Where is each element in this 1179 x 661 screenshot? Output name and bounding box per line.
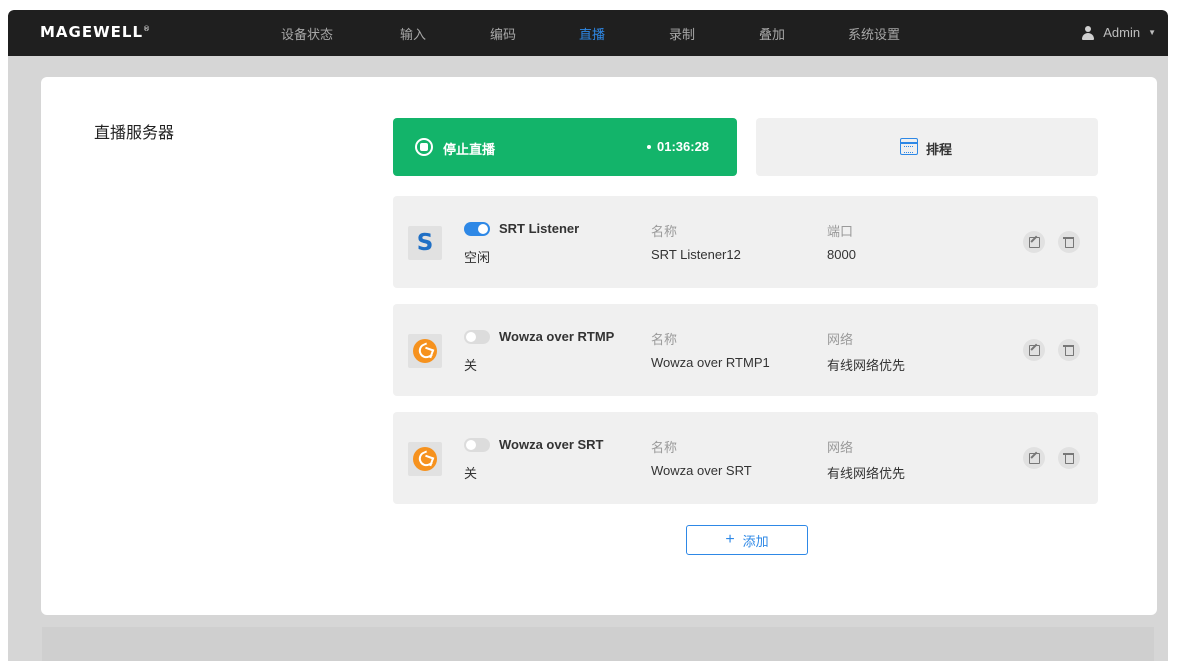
edit-icon[interactable] bbox=[1023, 447, 1045, 469]
port-value: 8000 bbox=[827, 247, 856, 262]
srt-logo-icon: S bbox=[408, 226, 442, 260]
server-enable-toggle[interactable] bbox=[464, 330, 490, 344]
server-type: Wowza over RTMP bbox=[499, 329, 615, 344]
name-label: 名称 bbox=[651, 440, 678, 455]
network-value: 有线网络优先 bbox=[827, 358, 906, 373]
nav-system-settings[interactable]: 系统设置 bbox=[848, 24, 900, 43]
chevron-down-icon: ▼ bbox=[1148, 28, 1156, 37]
user-icon bbox=[1081, 25, 1095, 40]
streaming-timer: 01:36:28 bbox=[647, 139, 709, 154]
user-name: Admin bbox=[1103, 25, 1141, 40]
plus-icon: + bbox=[725, 531, 735, 548]
trash-icon[interactable] bbox=[1058, 447, 1080, 469]
nav-encoding[interactable]: 编码 bbox=[490, 24, 516, 43]
network-value: 有线网络优先 bbox=[827, 466, 906, 481]
server-row: S SRT Listener 空闲 名称 SRT Listener12 端口 8… bbox=[393, 196, 1098, 288]
stop-streaming-label: 停止直播 bbox=[443, 142, 496, 157]
nav-input[interactable]: 输入 bbox=[400, 24, 426, 43]
add-server-button[interactable]: + 添加 bbox=[686, 525, 808, 555]
server-state: 空闲 bbox=[464, 250, 491, 265]
server-name: SRT Listener12 bbox=[651, 247, 741, 262]
magewell-logo: MAGEWELL® bbox=[40, 23, 152, 41]
wowza-logo-icon bbox=[408, 442, 442, 476]
add-label: 添加 bbox=[742, 533, 769, 549]
schedule-button[interactable]: 排程 bbox=[756, 118, 1098, 176]
server-name: Wowza over RTMP1 bbox=[651, 355, 770, 370]
nav-streaming[interactable]: 直播 bbox=[579, 24, 605, 43]
user-menu[interactable]: Admin ▼ bbox=[1081, 25, 1156, 40]
wowza-logo-icon bbox=[408, 334, 442, 368]
nav-device-status[interactable]: 设备状态 bbox=[281, 24, 333, 43]
trash-icon[interactable] bbox=[1058, 231, 1080, 253]
stop-streaming-button[interactable]: 停止直播 01:36:28 bbox=[393, 118, 737, 176]
server-type: Wowza over SRT bbox=[499, 437, 604, 452]
server-row: Wowza over RTMP 关 名称 Wowza over RTMP1 网络… bbox=[393, 304, 1098, 396]
name-label: 名称 bbox=[651, 332, 678, 347]
live-dot-icon bbox=[647, 144, 651, 149]
server-type: SRT Listener bbox=[499, 221, 580, 236]
network-label: 网络 bbox=[827, 440, 854, 455]
streaming-server-panel: 直播服务器 停止直播 01:36:28 排程 S SRT Listener 空闲… bbox=[41, 77, 1157, 615]
server-enable-toggle[interactable] bbox=[464, 438, 490, 452]
trash-icon[interactable] bbox=[1058, 339, 1080, 361]
server-name: Wowza over SRT bbox=[651, 463, 752, 478]
section-title: 直播服务器 bbox=[94, 125, 175, 142]
server-state: 关 bbox=[464, 466, 478, 481]
edit-icon[interactable] bbox=[1023, 339, 1045, 361]
nav-overlay[interactable]: 叠加 bbox=[759, 24, 785, 43]
server-state: 关 bbox=[464, 358, 478, 373]
server-row: Wowza over SRT 关 名称 Wowza over SRT 网络 有线… bbox=[393, 412, 1098, 504]
name-label: 名称 bbox=[651, 224, 678, 239]
port-label: 端口 bbox=[827, 224, 854, 239]
edit-icon[interactable] bbox=[1023, 231, 1045, 253]
top-navigation-bar: MAGEWELL® 设备状态 输入 编码 直播 录制 叠加 系统设置 Admin… bbox=[8, 10, 1168, 56]
server-enable-toggle[interactable] bbox=[464, 222, 490, 236]
nav-recording[interactable]: 录制 bbox=[669, 24, 695, 43]
footer-strip bbox=[42, 627, 1154, 661]
stop-icon bbox=[415, 138, 433, 156]
schedule-label: 排程 bbox=[926, 142, 953, 157]
network-label: 网络 bbox=[827, 332, 854, 347]
calendar-icon bbox=[900, 138, 918, 155]
